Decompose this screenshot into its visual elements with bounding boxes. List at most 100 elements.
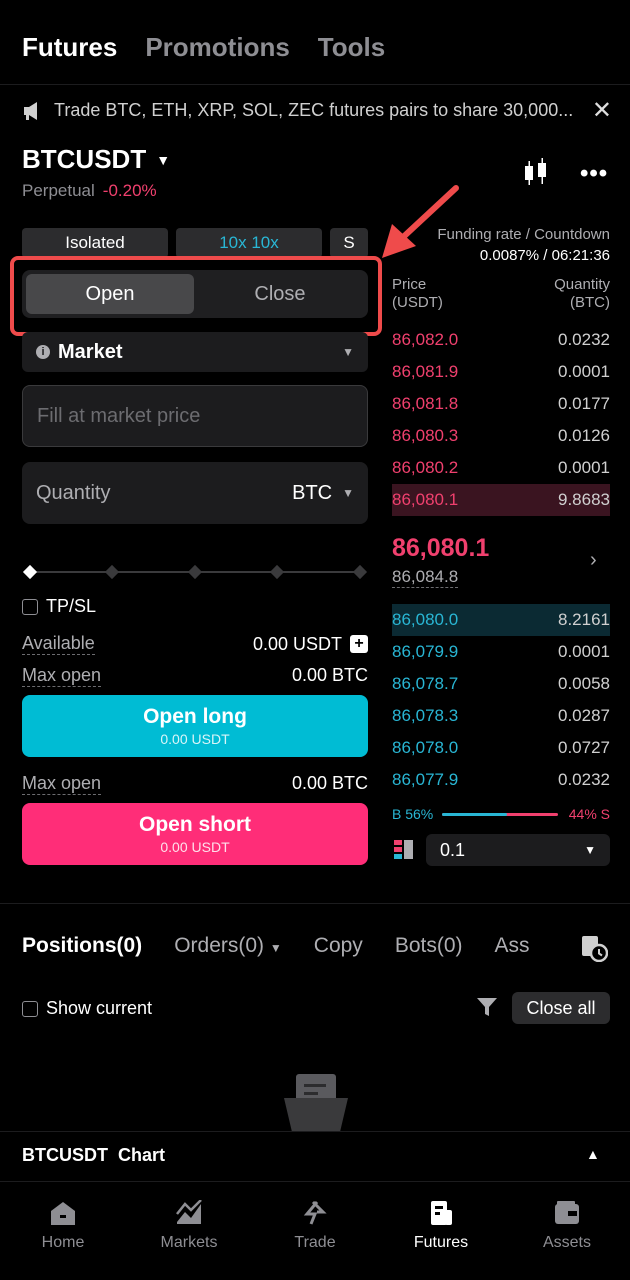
wallet-icon	[555, 1201, 579, 1224]
max-open-label: Max open	[22, 665, 102, 687]
ask-row[interactable]: 86,080.3 0.0126	[392, 420, 610, 452]
slider-tick	[269, 564, 285, 580]
open-tab[interactable]: Open	[26, 274, 194, 314]
tab-positions[interactable]: Positions(0)	[22, 934, 142, 958]
history-icon[interactable]	[580, 934, 608, 962]
qty-header-line1: Quantity	[554, 276, 610, 293]
quantity-input[interactable]: Quantity BTC ▼	[22, 462, 368, 524]
tab-futures[interactable]: Futures	[22, 32, 117, 63]
slider-tick	[352, 564, 368, 580]
checkbox[interactable]	[22, 1000, 38, 1017]
bid-qty: 0.0232	[558, 770, 610, 789]
chart-bar-title[interactable]: BTCUSDT Chart	[22, 1145, 165, 1166]
s-button[interactable]: S	[330, 228, 368, 258]
caret-up-icon[interactable]: ▲	[586, 1146, 600, 1162]
quantity-header: Quantity (BTC)	[500, 276, 610, 312]
bid-row[interactable]: 86,079.9 0.0001	[392, 636, 610, 668]
ask-qty: 0.0177	[558, 394, 610, 413]
symbol-selector[interactable]: BTCUSDT ▼	[22, 144, 170, 175]
caret-down-icon: ▼	[584, 843, 596, 857]
announcement-banner[interactable]: Trade BTC, ETH, XRP, SOL, ZEC futures pa…	[22, 96, 612, 125]
orderbook-layout-icon[interactable]	[394, 840, 414, 860]
ask-price: 86,081.8	[392, 394, 459, 413]
tab-assets[interactable]: Ass	[495, 934, 530, 958]
open-short-button[interactable]: Open short 0.00 USDT	[22, 803, 368, 865]
bid-row[interactable]: 86,078.0 0.0727	[392, 732, 610, 764]
nav-trade-label: Trade	[294, 1234, 336, 1251]
divider	[0, 84, 630, 85]
ask-row[interactable]: 86,080.2 0.0001	[392, 452, 610, 484]
bid-row[interactable]: 86,080.0 8.2161	[392, 604, 610, 636]
tab-orders[interactable]: Orders(0) ▼	[174, 934, 282, 958]
buy-ratio-fill	[442, 813, 507, 816]
ask-row[interactable]: 86,081.9 0.0001	[392, 356, 610, 388]
order-type-dropdown[interactable]: i Market ▼	[22, 332, 368, 372]
ask-qty: 0.0232	[558, 330, 610, 349]
quantity-unit-selector[interactable]: BTC ▼	[292, 482, 354, 505]
bid-row[interactable]: 86,078.3 0.0287	[392, 700, 610, 732]
show-current-checkbox[interactable]: Show current	[22, 998, 152, 1019]
order-type-label: Market	[58, 340, 123, 363]
bottom-nav: Home Markets Trade Futures Assets	[0, 1182, 630, 1280]
bid-qty: 0.0287	[558, 706, 610, 725]
close-all-button[interactable]: Close all	[512, 992, 610, 1024]
available-row: Available 0.00 USDT +	[22, 633, 368, 655]
ratio-bar	[442, 813, 558, 816]
tab-copy[interactable]: Copy	[314, 934, 363, 958]
tab-promotions[interactable]: Promotions	[145, 32, 289, 63]
open-close-toggle: Open Close	[22, 270, 368, 318]
tab-bots[interactable]: Bots(0)	[395, 934, 463, 958]
ask-price: 86,082.0	[392, 330, 459, 349]
ask-row[interactable]: 86,081.8 0.0177	[392, 388, 610, 420]
quantity-unit: BTC	[292, 481, 333, 504]
add-icon[interactable]: +	[350, 635, 368, 653]
megaphone-icon	[24, 101, 37, 120]
trade-icon	[303, 1200, 327, 1225]
bid-row[interactable]: 86,078.7 0.0058	[392, 668, 610, 700]
bid-qty: 0.0001	[558, 642, 610, 661]
close-tab[interactable]: Close	[196, 274, 364, 314]
arrow-annotation	[382, 185, 459, 258]
price-input[interactable]: Fill at market price	[22, 385, 368, 447]
tab-tools[interactable]: Tools	[318, 32, 385, 63]
nav-trade[interactable]: Trade	[252, 1182, 378, 1280]
info-icon: i	[36, 345, 50, 359]
bid-price: 86,077.9	[392, 770, 459, 789]
open-short-label: Open short	[138, 813, 251, 836]
ask-row[interactable]: 86,080.1 9.8683	[392, 484, 610, 516]
leverage-button[interactable]: 10x 10x	[176, 228, 322, 258]
more-icon[interactable]: •••	[580, 160, 608, 188]
nav-assets[interactable]: Assets	[504, 1182, 630, 1280]
precision-dropdown[interactable]: 0.1 ▼	[426, 834, 610, 866]
nav-futures[interactable]: Futures	[378, 1182, 504, 1280]
nav-home[interactable]: Home	[0, 1182, 126, 1280]
bid-qty: 0.0727	[558, 738, 610, 757]
max-open-label: Max open	[22, 773, 102, 795]
bid-price: 86,078.3	[392, 706, 459, 725]
ask-price: 86,080.3	[392, 426, 459, 445]
max-open-value: 0.00 BTC	[291, 665, 368, 685]
price-header: Price (USDT)	[392, 276, 443, 312]
nav-markets[interactable]: Markets	[126, 1182, 252, 1280]
candlestick-chart-icon[interactable]	[522, 158, 550, 188]
slider-handle[interactable]	[22, 564, 38, 580]
filter-icon[interactable]	[476, 996, 498, 1018]
close-icon[interactable]: ✕	[590, 96, 612, 125]
checkbox[interactable]	[22, 598, 38, 615]
bid-row[interactable]: 86,077.9 0.0232	[392, 764, 610, 796]
tpsl-checkbox[interactable]: TP/SL	[22, 596, 96, 617]
ask-row[interactable]: 86,082.0 0.0232	[392, 324, 610, 356]
sell-ratio: 44% S	[568, 806, 610, 822]
chevron-right-icon[interactable]: ›	[590, 549, 597, 572]
quantity-label: Quantity	[36, 481, 111, 504]
ask-qty: 0.0001	[558, 458, 610, 477]
contract-type: Perpetual	[22, 181, 95, 200]
symbol-name: BTCUSDT	[22, 144, 147, 174]
nav-futures-label: Futures	[413, 1234, 469, 1251]
banner-text: Trade BTC, ETH, XRP, SOL, ZEC futures pa…	[54, 100, 574, 120]
margin-mode-button[interactable]: Isolated	[22, 228, 168, 258]
symbol-subtitle: Perpetual -0.20%	[22, 181, 157, 201]
price-change: -0.20%	[102, 181, 157, 200]
open-long-button[interactable]: Open long 0.00 USDT	[22, 695, 368, 757]
ask-qty: 0.0126	[558, 426, 610, 445]
